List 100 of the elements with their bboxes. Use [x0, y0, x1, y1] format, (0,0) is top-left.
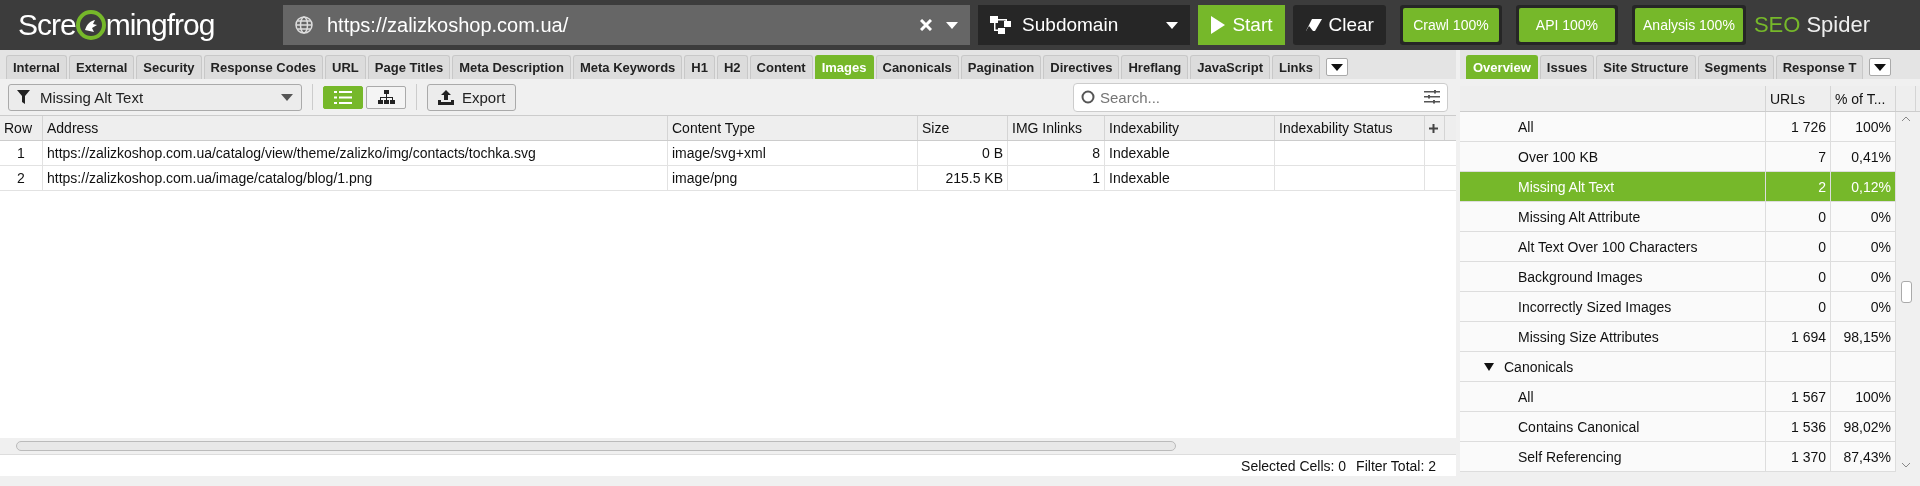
url-count: 0 — [1818, 238, 1826, 255]
tab[interactable]: Hreflang — [1121, 55, 1189, 79]
view-toggle-button[interactable] — [323, 85, 363, 109]
column-header[interactable]: Indexability — [1109, 120, 1180, 136]
triangle-down-icon[interactable] — [1484, 361, 1494, 372]
plus-icon[interactable] — [1429, 123, 1438, 133]
table-cell: image/png — [672, 170, 738, 186]
play-icon — [1210, 15, 1227, 35]
row-label: Self Referencing — [1518, 448, 1622, 465]
tab[interactable]: Security — [136, 55, 202, 79]
tab[interactable]: Page Titles — [367, 55, 451, 79]
url-count: 1 694 — [1790, 328, 1826, 345]
hierarchy-icon — [377, 90, 395, 104]
tab-menu-button[interactable] — [1325, 58, 1348, 76]
scrollbar-thumb[interactable] — [16, 441, 1176, 451]
tab[interactable]: Issues — [1539, 55, 1595, 79]
view-toggle-button[interactable] — [366, 85, 406, 109]
percent-value: 0% — [1870, 298, 1891, 315]
sliders-icon[interactable] — [1424, 89, 1440, 104]
percent-value: 0,41% — [1851, 148, 1891, 165]
tab[interactable]: Response Codes — [203, 55, 324, 79]
tab[interactable]: Meta Description — [452, 55, 571, 79]
url-count: 0 — [1818, 208, 1826, 225]
filter-dropdown[interactable]: Missing Alt Text — [8, 83, 302, 111]
tab[interactable]: URL — [325, 55, 366, 79]
url-count: 0 — [1818, 268, 1826, 285]
tab[interactable]: Content — [749, 55, 813, 79]
tab[interactable]: Meta Keywords — [572, 55, 683, 79]
tab[interactable]: Site Structure — [1596, 55, 1696, 79]
column-header[interactable]: Size — [922, 120, 950, 136]
row-label: Over 100 KB — [1518, 148, 1599, 165]
tab-menu-button[interactable] — [1869, 58, 1892, 76]
row-label: All — [1518, 118, 1534, 135]
tab[interactable]: Links — [1271, 55, 1320, 79]
chevron-up-icon[interactable] — [1901, 116, 1911, 122]
row-label: Contains Canonical — [1518, 418, 1640, 435]
overview-row[interactable]: All 1 567 100% — [1460, 382, 1896, 412]
progress-badge: Analysis 100% — [1634, 8, 1743, 42]
tab[interactable]: Response T — [1775, 55, 1864, 79]
caret-icon — [946, 21, 959, 29]
overview-row[interactable]: Incorrectly Sized Images 0 0% — [1460, 292, 1896, 322]
tab[interactable]: JavaScript — [1190, 55, 1270, 79]
row-label: All — [1518, 388, 1534, 405]
column-header[interactable]: URLs — [1770, 90, 1805, 107]
group-label: Canonicals — [1504, 358, 1574, 375]
url-count: 0 — [1818, 298, 1826, 315]
caret-icon — [281, 93, 293, 101]
table-cell: Indexable — [1109, 145, 1170, 161]
tab[interactable]: Directives — [1043, 55, 1120, 79]
table-cell: 215.5 KB — [945, 170, 1003, 186]
tab[interactable]: Internal — [6, 55, 67, 79]
search-field[interactable]: Search... — [1073, 82, 1448, 112]
table-cell: 0 B — [982, 145, 1003, 161]
brand-text: Spider — [1806, 12, 1870, 38]
clear-button[interactable]: Clear — [1292, 5, 1386, 45]
percent-value: 0% — [1870, 238, 1891, 255]
scrollbar-thumb[interactable] — [1900, 281, 1912, 303]
tab[interactable]: H1 — [684, 55, 715, 79]
url-count: 2 — [1818, 178, 1826, 195]
overview-row[interactable]: Background Images 0 0% — [1460, 262, 1896, 292]
caret-icon — [1330, 63, 1343, 71]
overview-row[interactable]: Missing Alt Attribute 0 0% — [1460, 202, 1896, 232]
column-header[interactable]: Indexability Status — [1279, 120, 1393, 136]
column-header[interactable]: IMG Inlinks — [1012, 120, 1082, 136]
upload-icon — [438, 89, 454, 105]
percent-value: 98,02% — [1843, 418, 1891, 435]
overview-row[interactable]: All 1 726 100% — [1460, 112, 1896, 142]
tab[interactable]: Segments — [1697, 55, 1774, 79]
column-header[interactable]: Address — [47, 120, 99, 136]
tab[interactable]: Pagination — [960, 55, 1042, 79]
status-text: Selected Cells: 0 — [1241, 457, 1347, 474]
chevron-down-icon[interactable] — [1901, 462, 1911, 468]
overview-row[interactable]: Self Referencing 1 370 87,43% — [1460, 442, 1896, 472]
column-header[interactable]: Row — [4, 120, 32, 136]
table-cell: https://zalizkoshop.com.ua/catalog/view/theme/zalizko/img/contacts/tochka.svg — [47, 145, 536, 161]
mode-dropdown[interactable]: Subdomain — [978, 5, 1191, 45]
url-field[interactable]: https://zalizkoshop.com.ua/ — [283, 5, 971, 45]
circle-icon — [1081, 89, 1095, 104]
url-count: 1 726 — [1790, 118, 1826, 135]
percent-value: 98,15% — [1843, 328, 1891, 345]
overview-row[interactable]: Over 100 KB 7 0,41% — [1460, 142, 1896, 172]
close-icon[interactable] — [920, 19, 933, 31]
row-label: Incorrectly Sized Images — [1518, 298, 1672, 315]
column-header[interactable]: Content Type — [672, 120, 756, 136]
progress-badge: API 100% — [1518, 8, 1615, 42]
tab[interactable]: H2 — [716, 55, 748, 79]
list-icon — [334, 90, 352, 104]
overview-row[interactable]: Missing Size Attributes 1 694 98,15% — [1460, 322, 1896, 352]
percent-value: 100% — [1855, 388, 1891, 405]
tab[interactable]: Canonicals — [875, 55, 959, 79]
status-text: Filter Total: 2 — [1356, 457, 1436, 474]
export-button[interactable]: Export — [427, 83, 517, 111]
tab[interactable]: External — [68, 55, 135, 79]
url-count: 1 567 — [1790, 388, 1826, 405]
eraser-icon — [1304, 18, 1323, 32]
overview-row[interactable]: Contains Canonical 1 536 98,02% — [1460, 412, 1896, 442]
filter-icon — [17, 90, 30, 104]
column-header[interactable]: % of T... — [1835, 90, 1886, 107]
table-cell: Indexable — [1109, 170, 1170, 186]
overview-row[interactable]: Alt Text Over 100 Characters 0 0% — [1460, 232, 1896, 262]
